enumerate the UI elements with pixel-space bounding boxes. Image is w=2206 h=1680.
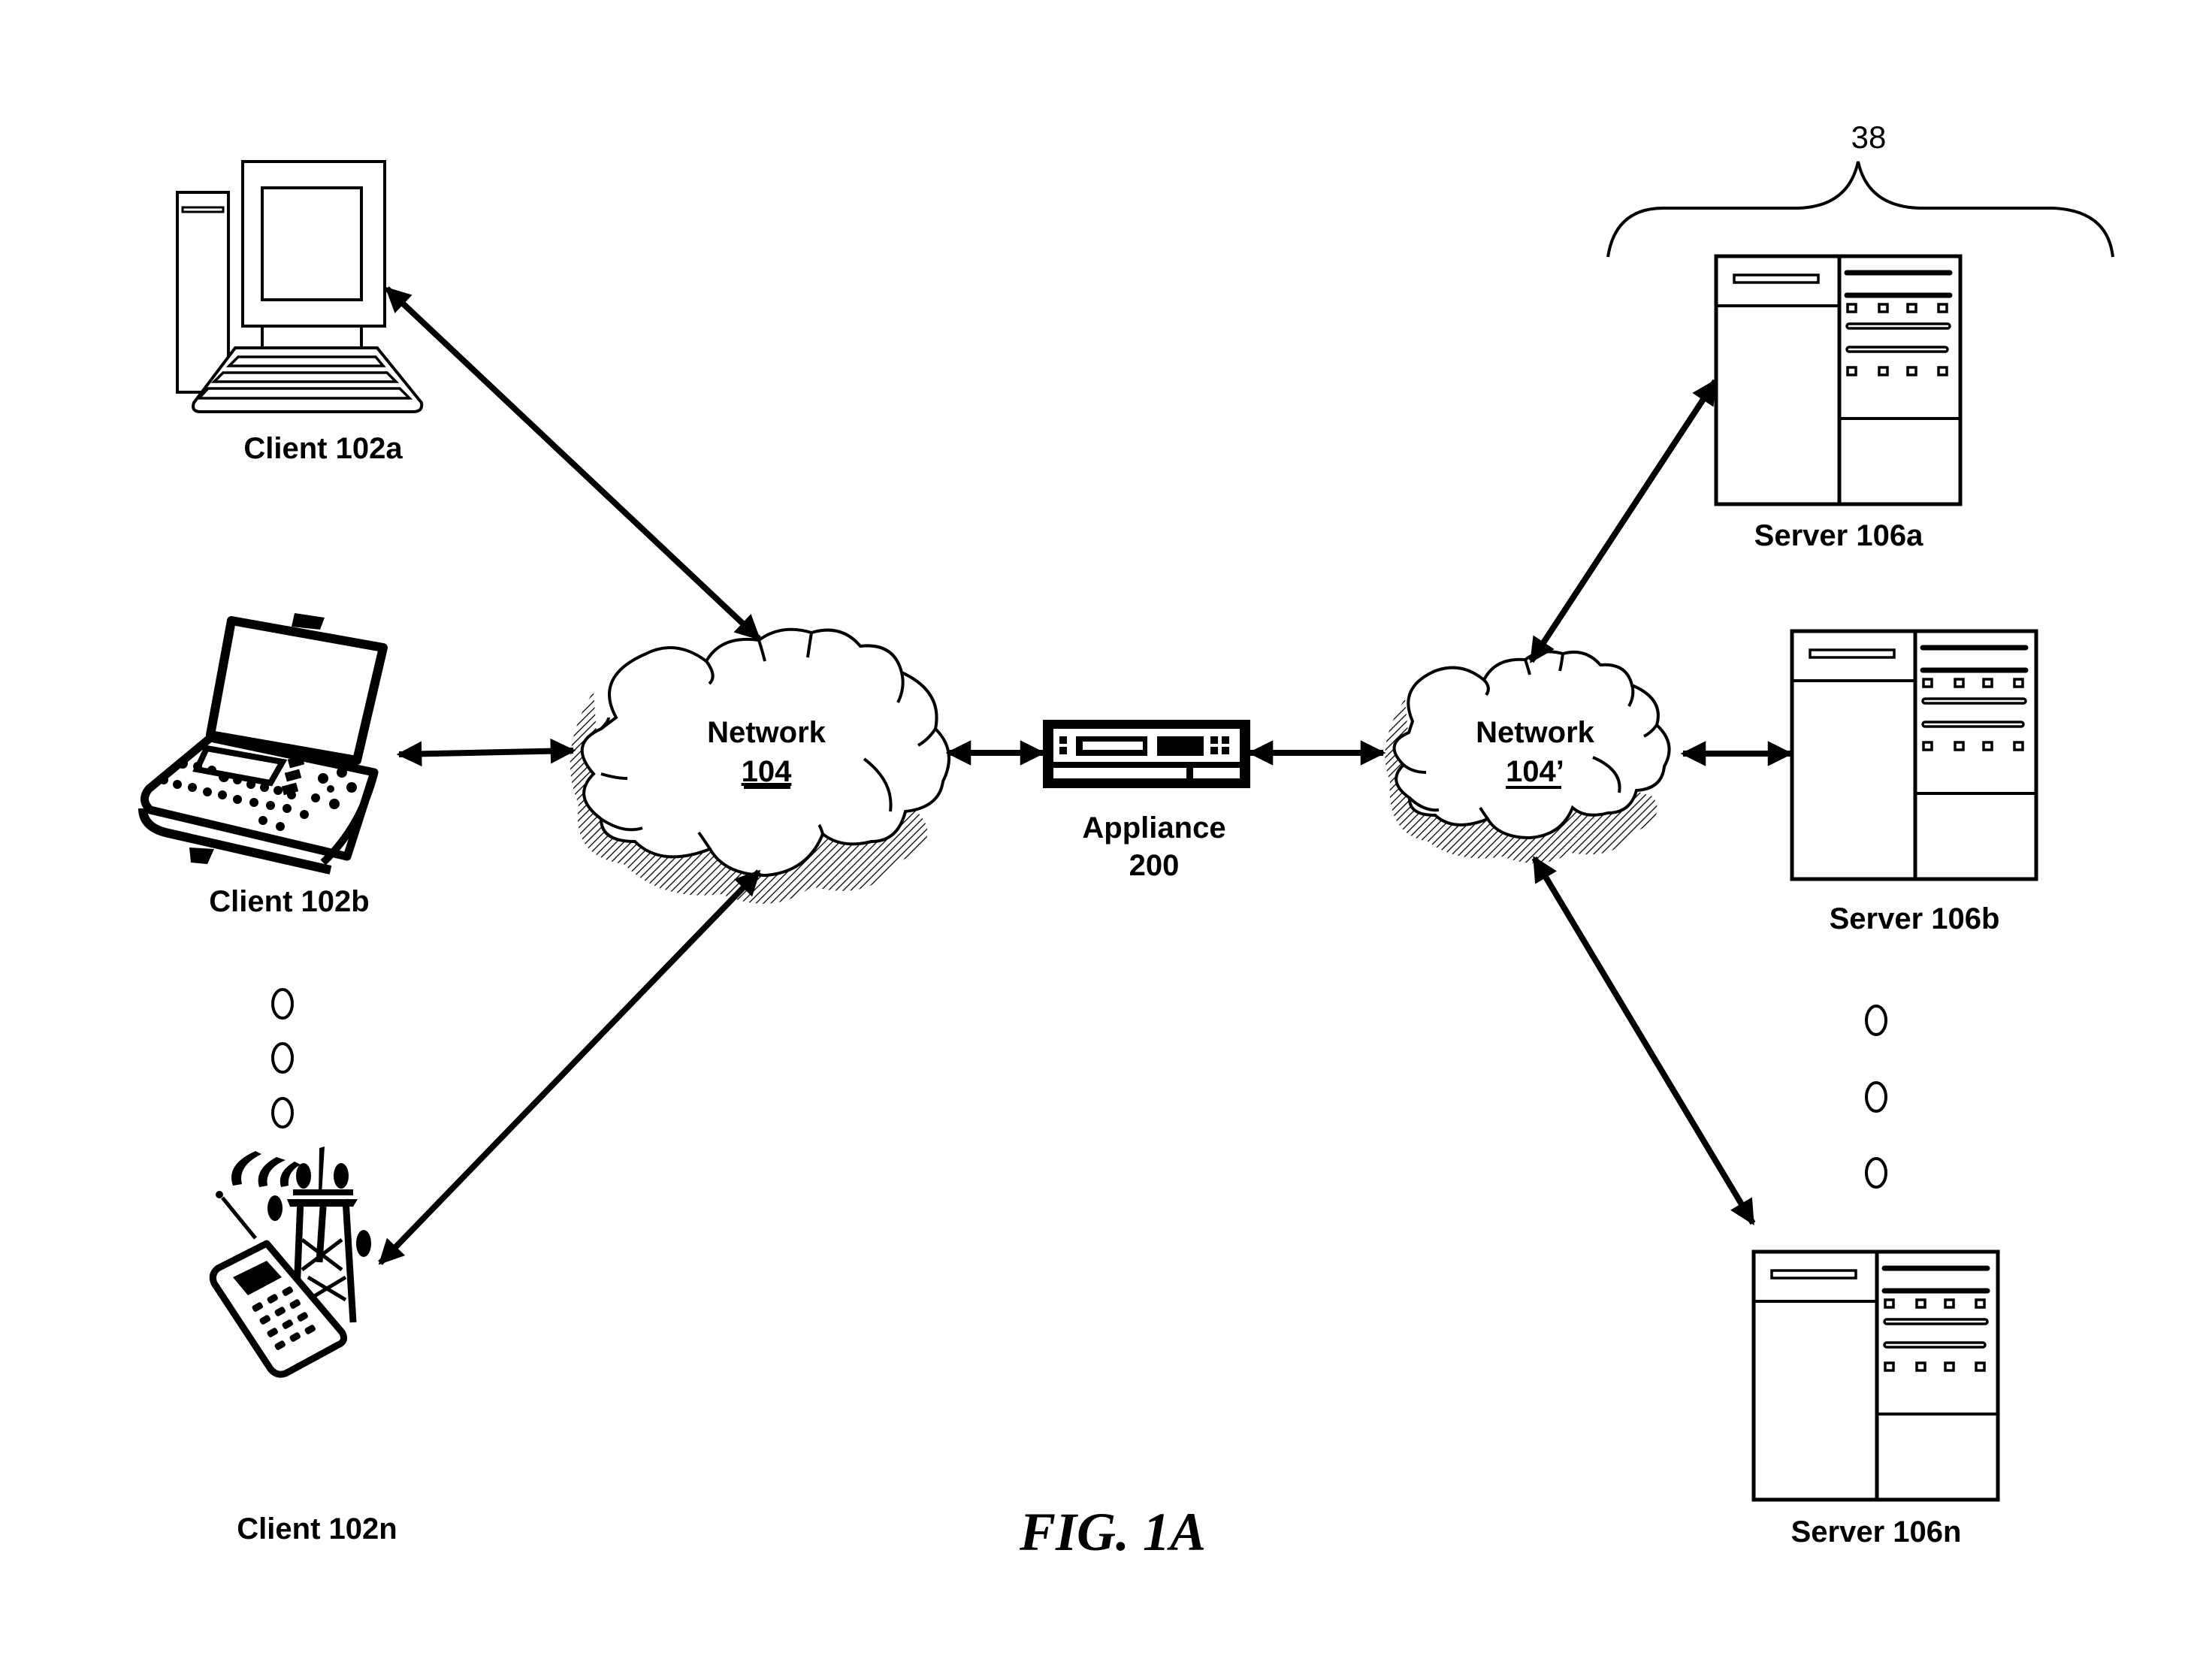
arrow-network-104-prime-server-106a	[1528, 379, 1718, 663]
appliance-title: Appliance	[1082, 811, 1225, 845]
ellipsis-dot	[271, 988, 294, 1020]
client-102b: Client 102b	[138, 613, 388, 918]
client-102a-label: Client 102a	[243, 432, 403, 465]
ellipsis-dot	[1865, 1005, 1887, 1036]
server-106b: Server 106b	[1792, 631, 2036, 935]
server-106n: Server 106n	[1754, 1252, 1998, 1549]
network-104-prime: Network 104’	[1385, 650, 1671, 863]
network-104-prime-number: 104’	[1506, 755, 1564, 788]
network-diagram: Client 102a Client 102b Client 102n Netw…	[138, 119, 2114, 1562]
figure-caption: FIG. 1A	[1019, 1502, 1206, 1562]
desktop-computer-icon	[176, 160, 424, 413]
ellipsis-dot	[1865, 1081, 1887, 1113]
server-106n-label: Server 106n	[1791, 1515, 1962, 1549]
servers-ellipsis	[1865, 1005, 1887, 1189]
mobile-phone-tower-icon	[209, 1147, 371, 1378]
clients-ellipsis	[271, 988, 294, 1129]
arrow-client-102a-network-104	[385, 286, 761, 641]
client-102n-label: Client 102n	[237, 1512, 397, 1546]
server-icon	[1754, 1252, 1998, 1500]
server-icon	[1792, 631, 2036, 879]
network-104-number: 104	[742, 755, 792, 788]
network-104-title: Network	[707, 716, 826, 749]
ellipsis-dot	[271, 1042, 294, 1074]
server-106b-label: Server 106b	[1830, 902, 2000, 935]
arrow-network-104-prime-server-106n	[1531, 856, 1756, 1225]
ellipsis-dot	[271, 1097, 294, 1129]
ellipsis-dot	[1865, 1157, 1887, 1189]
network-104-prime-title: Network	[1476, 716, 1595, 749]
server-106a-label: Server 106a	[1754, 519, 1923, 552]
arrow-client-102b-network-104	[396, 738, 576, 767]
appliance-number: 200	[1129, 849, 1180, 882]
brace-icon	[1606, 161, 2114, 258]
client-102a: Client 102a	[176, 160, 424, 465]
arrow-client-102n-network-104	[378, 869, 761, 1265]
server-106a: Server 106a	[1716, 256, 1960, 552]
appliance-200: Appliance 200	[1043, 720, 1250, 882]
group-label-38: 38	[1851, 119, 1887, 155]
server-group-38: 38	[1606, 119, 2114, 258]
server-icon	[1716, 256, 1960, 504]
network-104: Network 104	[570, 627, 950, 904]
rack-appliance-icon	[1043, 720, 1250, 788]
client-102b-label: Client 102b	[209, 885, 369, 918]
client-102n: Client 102n	[209, 1147, 397, 1546]
laptop-icon	[138, 613, 388, 875]
